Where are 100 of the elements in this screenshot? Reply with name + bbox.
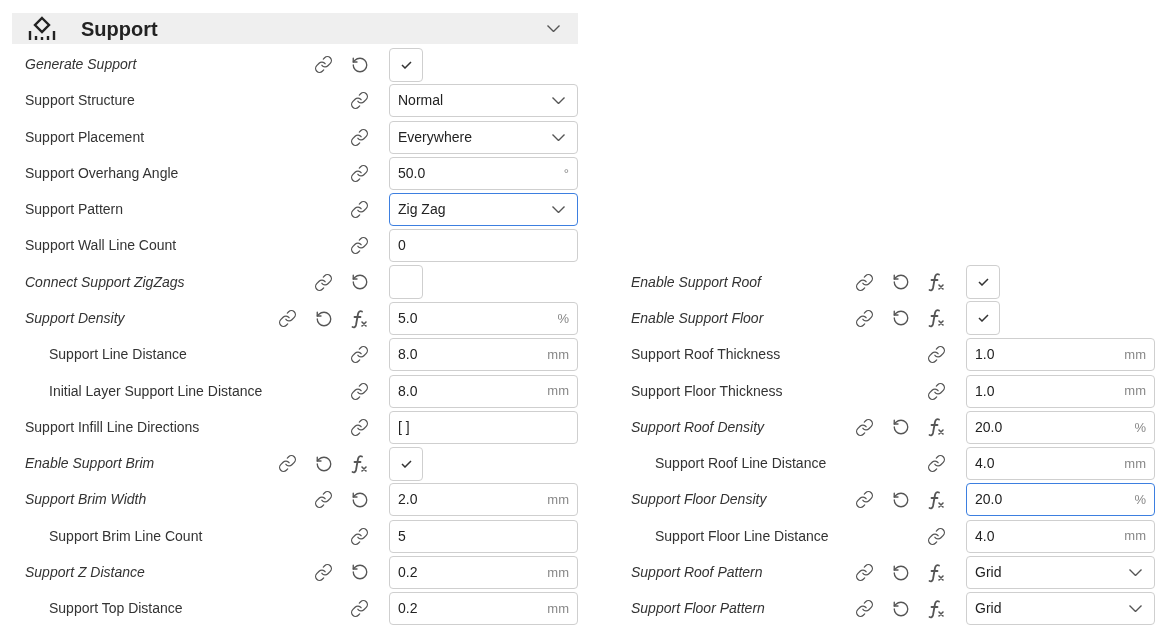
link-icon[interactable] [350,236,369,256]
chevron-down-icon[interactable] [1129,569,1142,576]
setting-label: Support Brim Width [24,490,148,510]
chevron-down-icon[interactable] [552,97,565,105]
section-title: Support [81,16,158,42]
checkbox[interactable] [389,265,423,300]
setting-label: Support Roof Density [630,417,766,437]
input-field[interactable]: 0.2 mm [389,555,578,589]
function-icon[interactable] [351,308,369,329]
setting-label: Initial Layer Support Line Distance [48,381,263,401]
input-field[interactable]: 20.0 % [966,410,1155,444]
link-icon[interactable] [350,417,369,437]
input-field[interactable]: 4.0 mm [966,447,1155,481]
function-icon[interactable] [928,562,946,583]
reset-icon[interactable] [351,563,369,582]
reset-icon[interactable] [892,418,910,437]
dropdown[interactable]: Grid [966,592,1155,626]
link-icon[interactable] [350,91,369,111]
link-icon[interactable] [314,562,333,582]
setting-label: Support Floor Pattern [630,599,766,619]
link-icon[interactable] [314,55,333,75]
link-icon[interactable] [350,599,369,619]
link-icon[interactable] [350,526,369,546]
setting-label: Support Z Distance [24,562,146,582]
link-icon[interactable] [927,454,946,474]
support-structure-icon [28,15,56,42]
input-field[interactable]: 1.0 mm [966,338,1155,372]
dropdown[interactable]: Normal [389,84,578,118]
link-icon[interactable] [350,163,369,183]
setting-label: Support Floor Thickness [630,381,784,401]
chevron-down-icon[interactable] [552,206,565,214]
function-icon[interactable] [928,272,946,293]
input-field[interactable]: 8.0 mm [389,338,578,372]
setting-label: Support Overhang Angle [24,163,180,183]
reset-icon[interactable] [892,563,910,582]
checkbox[interactable] [966,301,1000,336]
setting-label: Support Pattern [24,200,125,220]
link-icon[interactable] [855,599,874,619]
dropdown[interactable]: Zig Zag [389,193,578,227]
input-field[interactable]: 4.0 mm [966,519,1155,553]
link-icon[interactable] [278,309,297,328]
reset-icon[interactable] [351,273,369,292]
link-icon[interactable] [350,345,369,365]
input-field[interactable]: 50.0 ° [389,156,578,190]
function-icon[interactable] [928,308,946,329]
setting-label: Support Roof Line Distance [654,454,828,474]
link-icon[interactable] [855,272,874,292]
setting-label: Enable Support Roof [630,272,763,292]
link-icon[interactable] [350,200,369,220]
function-icon[interactable] [351,453,369,474]
input-field[interactable]: 8.0 mm [389,374,578,408]
dropdown[interactable]: Grid [966,556,1155,589]
input-field[interactable]: 5.0 % [389,302,578,335]
input-field[interactable]: [ ] [389,410,578,444]
input-field[interactable]: 20.0 % [966,483,1155,517]
check-icon [400,459,412,468]
checkbox[interactable] [389,47,423,82]
setting-label: Connect Support ZigZags [24,272,186,292]
function-icon[interactable] [928,489,946,510]
function-icon[interactable] [928,598,946,619]
reset-icon[interactable] [892,490,910,509]
input-field[interactable]: 1.0 mm [966,374,1155,408]
setting-label: Support Roof Thickness [630,345,782,365]
setting-label: Support Floor Line Distance [654,526,830,546]
section-header[interactable]: Support [12,13,578,45]
link-icon[interactable] [314,272,333,292]
link-icon[interactable] [855,417,874,437]
chevron-down-icon[interactable] [1129,605,1142,613]
setting-label: Support Floor Density [630,490,768,510]
chevron-down-icon[interactable] [552,133,565,141]
reset-icon[interactable] [351,55,369,74]
checkbox[interactable] [389,446,423,481]
link-icon[interactable] [855,490,874,510]
chevron-down-icon[interactable] [547,25,560,33]
reset-icon[interactable] [315,454,333,473]
link-icon[interactable] [278,454,297,474]
link-icon[interactable] [855,563,874,582]
setting-label: Support Line Distance [48,345,188,365]
input-field[interactable]: 0.2 mm [389,592,578,626]
link-icon[interactable] [855,308,874,328]
reset-icon[interactable] [315,309,333,328]
setting-label: Support Top Distance [48,599,184,619]
link-icon[interactable] [350,127,369,147]
setting-label: Support Brim Line Count [48,526,204,546]
reset-icon[interactable] [892,309,910,328]
checkbox[interactable] [966,265,1000,300]
input-field[interactable]: 5 [389,519,578,553]
dropdown[interactable]: Everywhere [389,120,578,154]
reset-icon[interactable] [892,599,910,618]
reset-icon[interactable] [892,273,910,292]
link-icon[interactable] [927,345,946,365]
link-icon[interactable] [350,381,369,401]
input-field[interactable]: 2.0 mm [389,483,578,517]
setting-label: Generate Support [24,55,138,75]
link-icon[interactable] [927,381,946,401]
function-icon[interactable] [928,417,946,438]
link-icon[interactable] [927,526,946,546]
link-icon[interactable] [314,490,333,510]
input-field[interactable]: 0 [389,229,578,263]
reset-icon[interactable] [351,490,369,509]
